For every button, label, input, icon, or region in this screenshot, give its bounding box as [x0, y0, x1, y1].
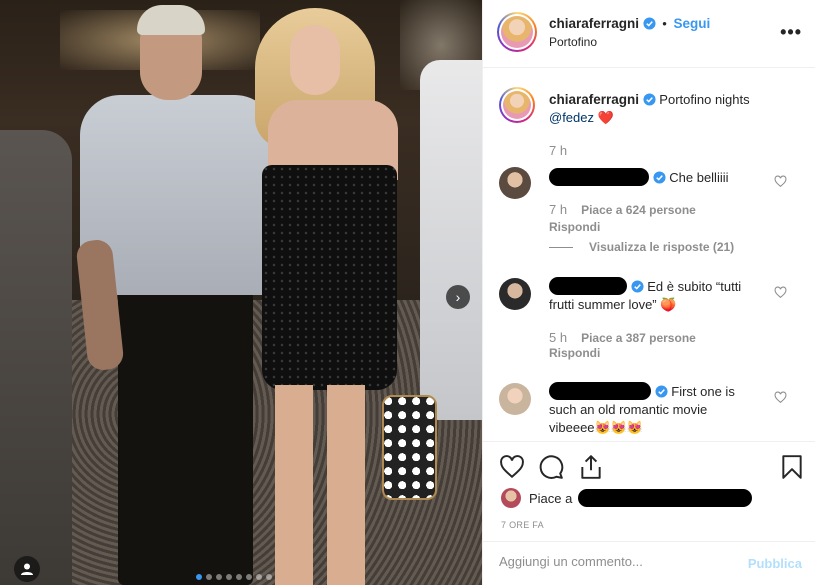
add-comment-bar: Pubblica: [483, 541, 815, 585]
verified-icon: [653, 171, 666, 184]
photo-figure: [290, 25, 340, 95]
verified-icon: [643, 93, 656, 106]
comment-meta: 5 h Piace a 387 persone: [549, 330, 696, 345]
photo-figure: [0, 130, 72, 585]
reply-button[interactable]: Rispondi: [549, 220, 600, 234]
carousel-dot: [236, 574, 242, 580]
redacted-username: [578, 489, 753, 507]
comment-heart-icon[interactable]: [774, 286, 787, 299]
avatar[interactable]: [499, 87, 535, 123]
more-options-icon[interactable]: •••: [780, 22, 802, 43]
avatar[interactable]: [499, 167, 531, 199]
comments-list: chiaraferragni Portofino nights @fedez ❤…: [483, 69, 815, 441]
comment-likes[interactable]: Piace a 624 persone: [581, 203, 696, 217]
comment-text: vibeeee😻😻😻: [549, 420, 644, 435]
comment-text: frutti summer love” 🍑: [549, 297, 677, 312]
comment: Ed è subito “tutti frutti summer love” 🍑: [499, 277, 809, 368]
chevron-right-icon[interactable]: ›: [446, 285, 470, 309]
avatar[interactable]: [497, 12, 537, 52]
comment-likes[interactable]: Piace a 387 persone: [581, 331, 696, 345]
carousel-dot: [196, 574, 202, 580]
likes-prefix: Piace a: [529, 490, 573, 506]
comment: First one is such an old romantic movie …: [499, 382, 809, 441]
comment-text: such an old romantic movie: [549, 402, 708, 417]
comment-text: First one is: [671, 384, 735, 399]
caption-text: Portofino nights: [659, 92, 750, 107]
redacted-username: [549, 277, 627, 295]
share-icon[interactable]: [578, 454, 604, 480]
comment-time: 5 h: [549, 330, 568, 345]
post-photo[interactable]: ›: [0, 0, 482, 585]
avatar[interactable]: [499, 383, 531, 415]
verified-icon: [643, 17, 656, 30]
bookmark-icon[interactable]: [779, 454, 805, 480]
carousel-indicator: [196, 574, 272, 580]
caption: chiaraferragni Portofino nights @fedez ❤…: [499, 87, 809, 147]
carousel-dot: [226, 574, 232, 580]
comment-heart-icon[interactable]: [774, 175, 787, 188]
comment-time: 7 h: [549, 202, 568, 217]
verified-icon: [631, 280, 644, 293]
photo-figure: [262, 165, 397, 390]
post-sidebar: chiaraferragni • Segui Portofino ••• chi…: [482, 0, 815, 585]
reply-button[interactable]: Rispondi: [549, 346, 600, 360]
comment-text: Ed è subito “tutti: [647, 279, 742, 294]
post-header: chiaraferragni • Segui Portofino •••: [483, 0, 815, 68]
publish-button[interactable]: Pubblica: [748, 556, 802, 571]
likes-summary[interactable]: Piace a: [501, 488, 753, 508]
view-replies-button[interactable]: Visualizza le risposte (21): [549, 240, 734, 254]
carousel-dot: [256, 574, 262, 580]
post-timestamp: 7 ORE FA: [501, 520, 544, 530]
username[interactable]: chiaraferragni: [549, 16, 639, 31]
photo-figure: [118, 288, 253, 585]
follow-button[interactable]: Segui: [673, 16, 710, 31]
mention-link[interactable]: @fedez: [549, 110, 594, 125]
comment-text: Che belliiii: [669, 170, 729, 185]
photo-figure: [420, 60, 482, 420]
heart-icon[interactable]: [499, 454, 525, 480]
carousel-dot: [206, 574, 212, 580]
photo-figure: [137, 5, 205, 35]
photo-figure: [275, 385, 365, 585]
redacted-username: [549, 168, 649, 186]
verified-icon: [655, 385, 668, 398]
carousel-dot: [266, 574, 272, 580]
caption-username[interactable]: chiaraferragni: [549, 92, 639, 107]
comment-input[interactable]: [499, 554, 729, 569]
view-replies-label: Visualizza le risposte (21): [589, 240, 735, 254]
photo-figure: [382, 395, 437, 500]
location-link[interactable]: Portofino: [549, 35, 597, 49]
avatar: [501, 488, 521, 508]
avatar[interactable]: [499, 278, 531, 310]
separator: •: [662, 16, 667, 31]
carousel-dot: [246, 574, 252, 580]
comment-heart-icon[interactable]: [774, 391, 787, 404]
redacted-username: [549, 382, 651, 400]
carousel-dot: [216, 574, 222, 580]
caption-time: 7 h: [549, 143, 568, 158]
comment-meta: 7 h Piace a 624 persone: [549, 202, 696, 217]
user-tag-icon[interactable]: [14, 556, 40, 582]
heart-emoji: ❤️: [597, 110, 614, 125]
post-actions: Piace a 7 ORE FA: [483, 441, 815, 541]
comment-icon[interactable]: [538, 454, 564, 480]
